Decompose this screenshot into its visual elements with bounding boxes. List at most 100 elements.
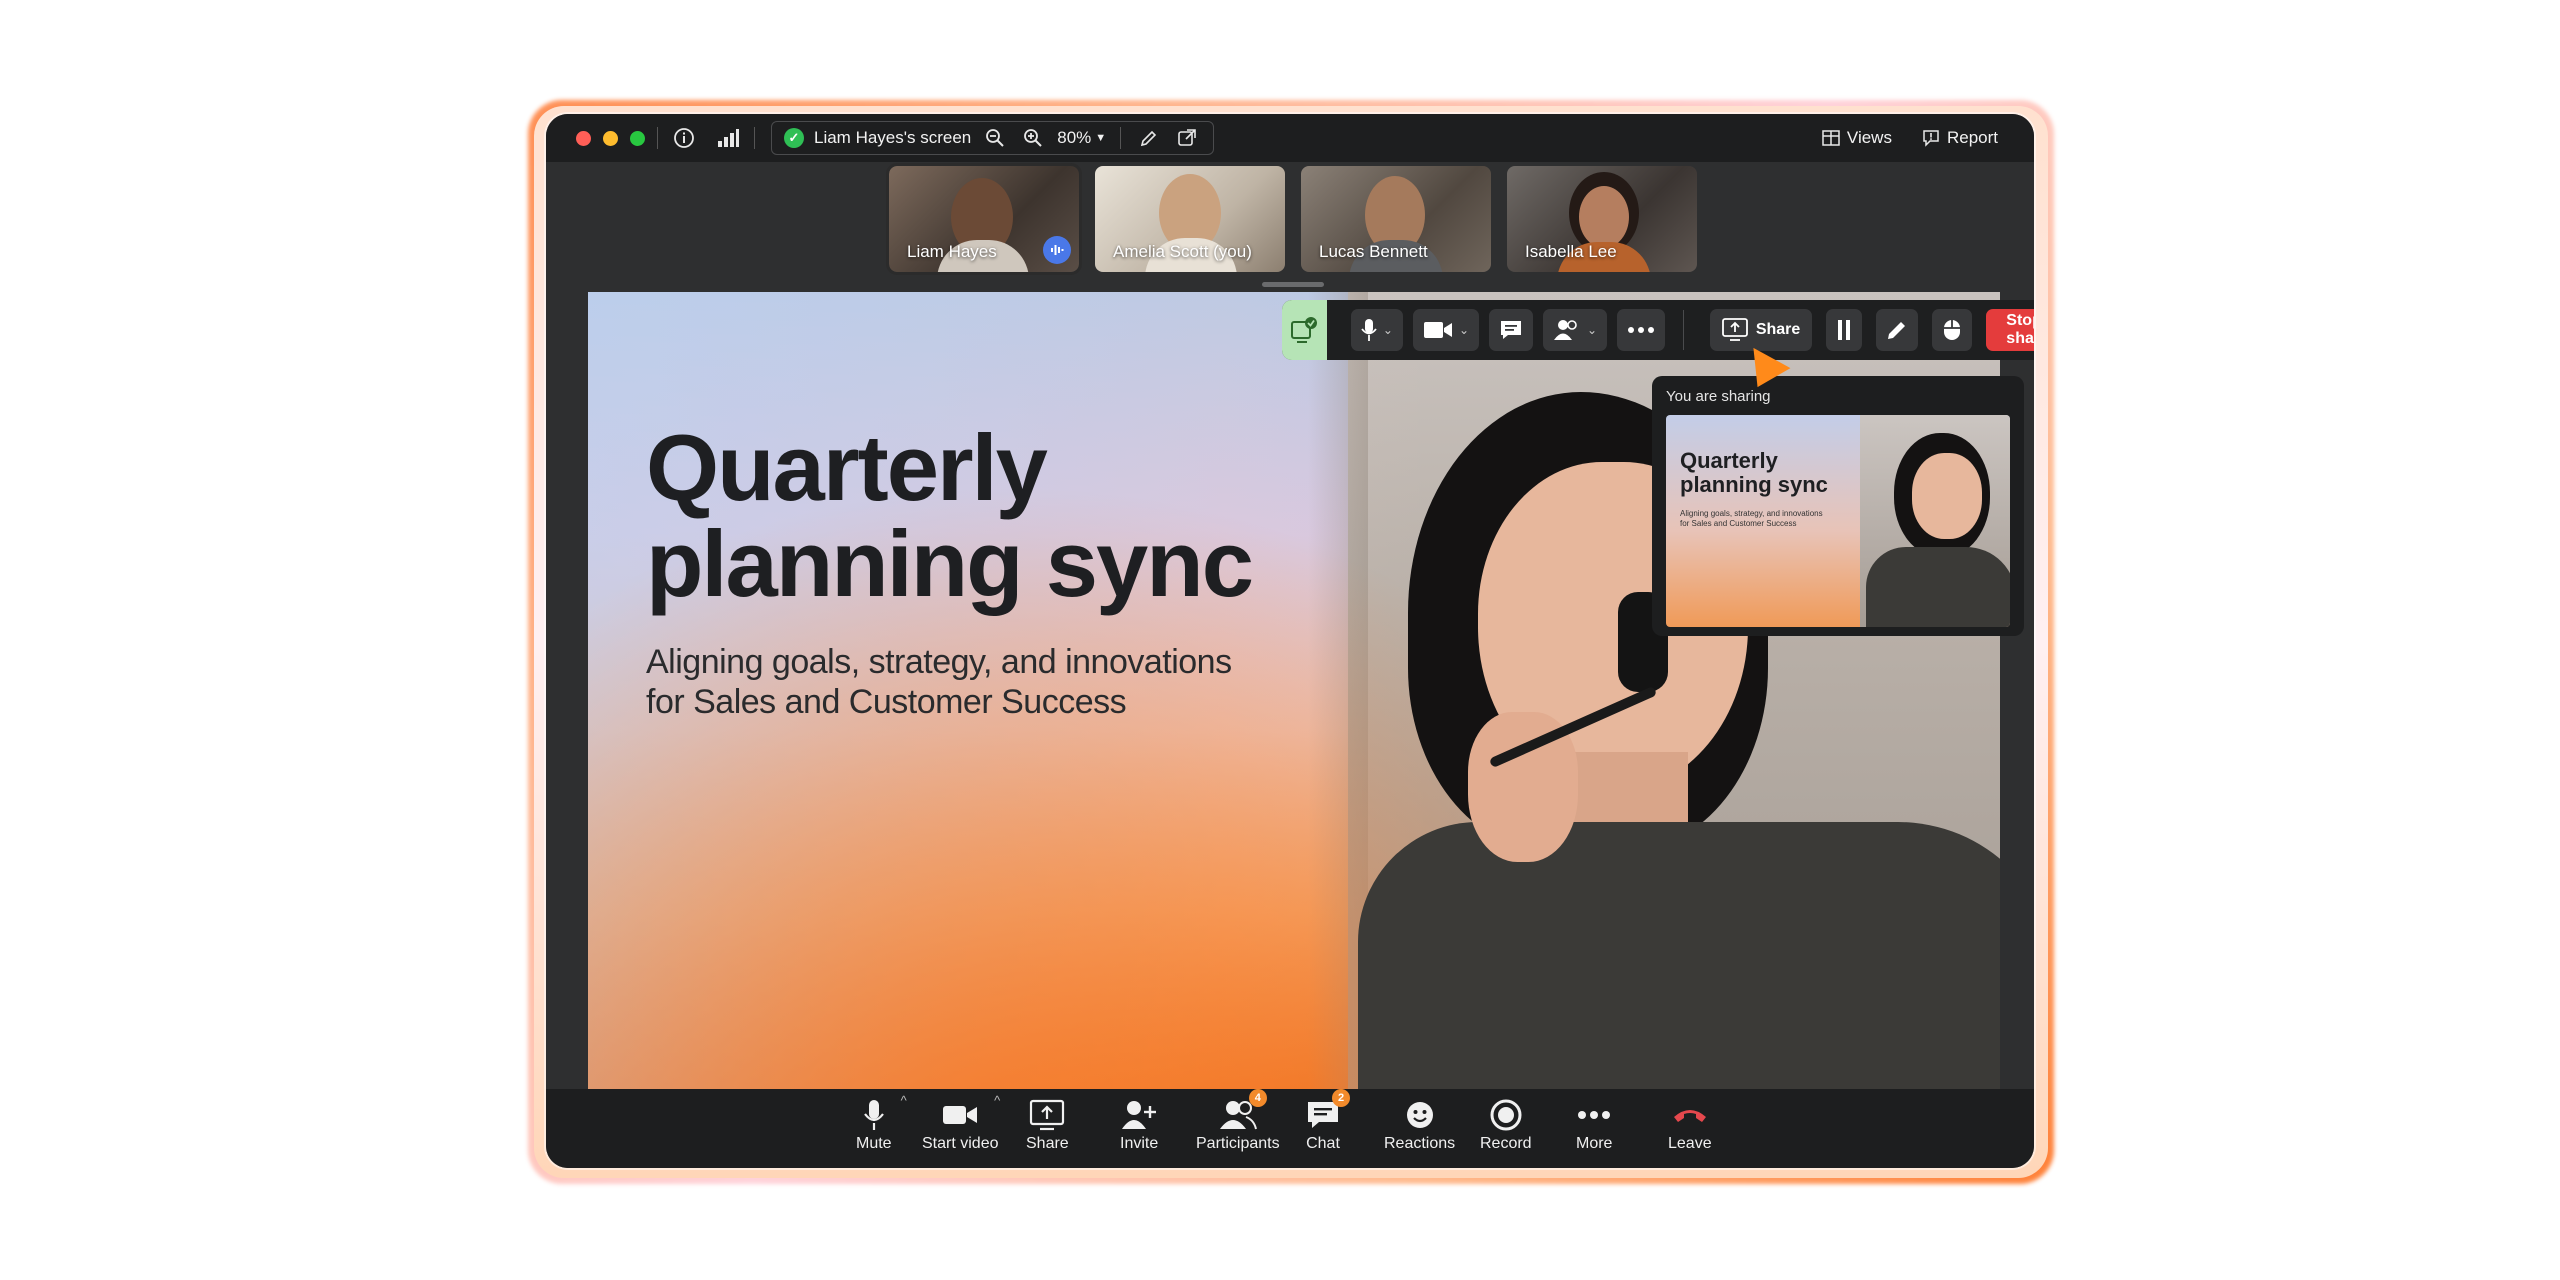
preview-title: Quarterly planning sync xyxy=(1680,449,1828,497)
leave-label: Leave xyxy=(1668,1135,1712,1152)
top-bar: ✓ Liam Hayes's screen 80% ▼ Views Report xyxy=(546,114,2034,162)
preview-presenter-shirt xyxy=(1866,547,2010,627)
share-screen-icon xyxy=(1029,1097,1065,1133)
chevron-down-icon[interactable]: ⌄ xyxy=(1383,323,1393,337)
participant-tile[interactable]: Amelia Scott (you) xyxy=(1095,166,1285,272)
annotate-button[interactable] xyxy=(1876,309,1919,351)
views-label: Views xyxy=(1846,128,1892,147)
presenter-shirt xyxy=(1358,822,2000,1089)
signal-strength-icon[interactable] xyxy=(714,124,742,152)
chat-button[interactable]: 2 Chat xyxy=(1306,1089,1350,1153)
window-controls xyxy=(576,130,645,146)
sharing-toolbar: ⌄ ⌄ ⌄ Share Sto sha xyxy=(1282,300,2034,360)
slide-title-line1: Quarterly xyxy=(646,415,1048,520)
chevron-down-icon[interactable]: ⌄ xyxy=(1459,323,1469,337)
toolbar-mic-button[interactable]: ⌄ xyxy=(1350,309,1403,351)
pause-share-button[interactable] xyxy=(1826,309,1863,351)
speaking-indicator-icon xyxy=(1043,236,1071,264)
screen-controls: ✓ Liam Hayes's screen 80% ▼ xyxy=(771,121,1215,155)
top-right-actions: Views Report xyxy=(1822,114,1998,162)
participant-tile[interactable]: Liam Hayes xyxy=(886,163,1082,275)
stage: ✓ Liam Hayes's screen 80% ▼ Views Report… xyxy=(0,0,2560,1280)
sharing-status-icon[interactable] xyxy=(1282,300,1327,360)
toolbar-participants-button[interactable]: ⌄ xyxy=(1543,309,1608,351)
participant-name: Liam Hayes xyxy=(907,242,997,261)
toolbar-chat-button[interactable] xyxy=(1489,309,1534,351)
leave-button[interactable]: Leave xyxy=(1668,1097,1712,1153)
toolbar-video-button[interactable]: ⌄ xyxy=(1412,309,1480,351)
participant-strip: Liam Hayes Amelia Scott (you) Lucas Benn… xyxy=(886,163,1697,275)
participants-count-badge: 4 xyxy=(1248,1089,1267,1107)
mouse-icon xyxy=(1944,320,1961,340)
add-user-icon xyxy=(1121,1097,1157,1133)
divider xyxy=(1683,310,1684,350)
pause-icon xyxy=(1838,320,1851,340)
divider xyxy=(1120,127,1122,149)
annotate-pen-icon[interactable] xyxy=(1135,124,1163,152)
share-screen-icon xyxy=(1721,318,1748,341)
pop-out-icon[interactable] xyxy=(1173,124,1201,152)
invite-button[interactable]: Invite xyxy=(1120,1097,1158,1153)
record-label: Record xyxy=(1480,1135,1532,1152)
video-camera-icon xyxy=(1423,322,1452,338)
record-button[interactable]: Record xyxy=(1480,1097,1532,1153)
chevron-down-icon[interactable]: ⌄ xyxy=(1587,323,1597,337)
strip-resize-handle[interactable] xyxy=(1262,282,1324,287)
slide-subtitle-line1: Aligning goals, strategy, and innovation… xyxy=(646,643,1232,681)
participant-tile[interactable]: Isabella Lee xyxy=(1507,166,1697,272)
slide-subtitle: Aligning goals, strategy, and innovation… xyxy=(646,642,1232,722)
preview-title-line2: planning sync xyxy=(1680,472,1828,497)
share-label: Share xyxy=(1755,321,1801,338)
start-video-label: Start video xyxy=(922,1135,999,1152)
stop-sharing-button[interactable]: Stop sharing xyxy=(1986,309,2034,351)
participant-tile[interactable]: Lucas Bennett xyxy=(1301,166,1491,272)
screen-label: Liam Hayes's screen xyxy=(814,128,972,147)
zoom-out-icon[interactable] xyxy=(981,124,1009,152)
views-button[interactable]: Views xyxy=(1822,128,1892,148)
minimize-window-button[interactable] xyxy=(603,130,618,146)
close-window-button[interactable] xyxy=(576,130,591,146)
zoom-level: 80% xyxy=(1057,128,1092,147)
preview-thumbnail: Quarterly planning sync Aligning goals, … xyxy=(1666,415,2010,627)
zoom-dropdown[interactable]: 80% ▼ xyxy=(1057,128,1106,148)
participant-name: Isabella Lee xyxy=(1525,242,1617,261)
share-button[interactable]: Share xyxy=(1026,1097,1069,1153)
preview-subtitle-line1: Aligning goals, strategy, and innovation… xyxy=(1680,509,1823,518)
mute-button[interactable]: ^ Mute xyxy=(856,1093,907,1153)
preview-presenter-face xyxy=(1912,453,1982,539)
chevron-up-icon[interactable]: ^ xyxy=(994,1093,1000,1108)
bottom-toolbar: ^ Mute ^ Start video Share Invite 4 Part… xyxy=(546,1089,2034,1168)
invite-label: Invite xyxy=(1120,1135,1159,1152)
zoom-in-icon[interactable] xyxy=(1019,124,1047,152)
maximize-window-button[interactable] xyxy=(630,130,645,146)
preview-title-line1: Quarterly xyxy=(1680,448,1778,473)
reactions-button[interactable]: Reactions xyxy=(1384,1097,1455,1153)
chat-icon xyxy=(1501,321,1522,339)
report-label: Report xyxy=(1946,128,1998,147)
sharing-preview-popup: You are sharing Quarterly planning sync … xyxy=(1652,376,2024,636)
report-button[interactable]: Report xyxy=(1922,128,1998,148)
participants-label: Participants xyxy=(1196,1135,1280,1152)
info-icon[interactable] xyxy=(670,124,698,152)
more-label: More xyxy=(1576,1135,1613,1152)
report-icon xyxy=(1923,130,1939,147)
share-label: Share xyxy=(1026,1135,1069,1152)
chevron-up-icon[interactable]: ^ xyxy=(901,1093,907,1108)
reactions-label: Reactions xyxy=(1384,1135,1456,1152)
chat-label: Chat xyxy=(1306,1135,1340,1152)
meeting-window: ✓ Liam Hayes's screen 80% ▼ Views Report… xyxy=(546,114,2034,1168)
participants-icon: 4 xyxy=(1219,1089,1267,1133)
participant-name: Amelia Scott (you) xyxy=(1113,242,1252,261)
smiley-icon xyxy=(1405,1097,1435,1133)
divider xyxy=(657,127,658,149)
slide-title: Quarterly planning sync xyxy=(646,415,1254,612)
slide-subtitle-line2: for Sales and Customer Success xyxy=(646,683,1127,721)
toolbar-more-button[interactable] xyxy=(1617,309,1666,351)
more-button[interactable]: More xyxy=(1576,1097,1612,1153)
pencil-icon xyxy=(1888,322,1906,339)
participants-button[interactable]: 4 Participants xyxy=(1196,1089,1280,1153)
start-video-button[interactable]: ^ Start video xyxy=(922,1093,1000,1153)
preview-subtitle: Aligning goals, strategy, and innovation… xyxy=(1680,509,1823,529)
remote-control-button[interactable] xyxy=(1932,309,1973,351)
sharing-check-icon: ✓ xyxy=(784,128,804,148)
